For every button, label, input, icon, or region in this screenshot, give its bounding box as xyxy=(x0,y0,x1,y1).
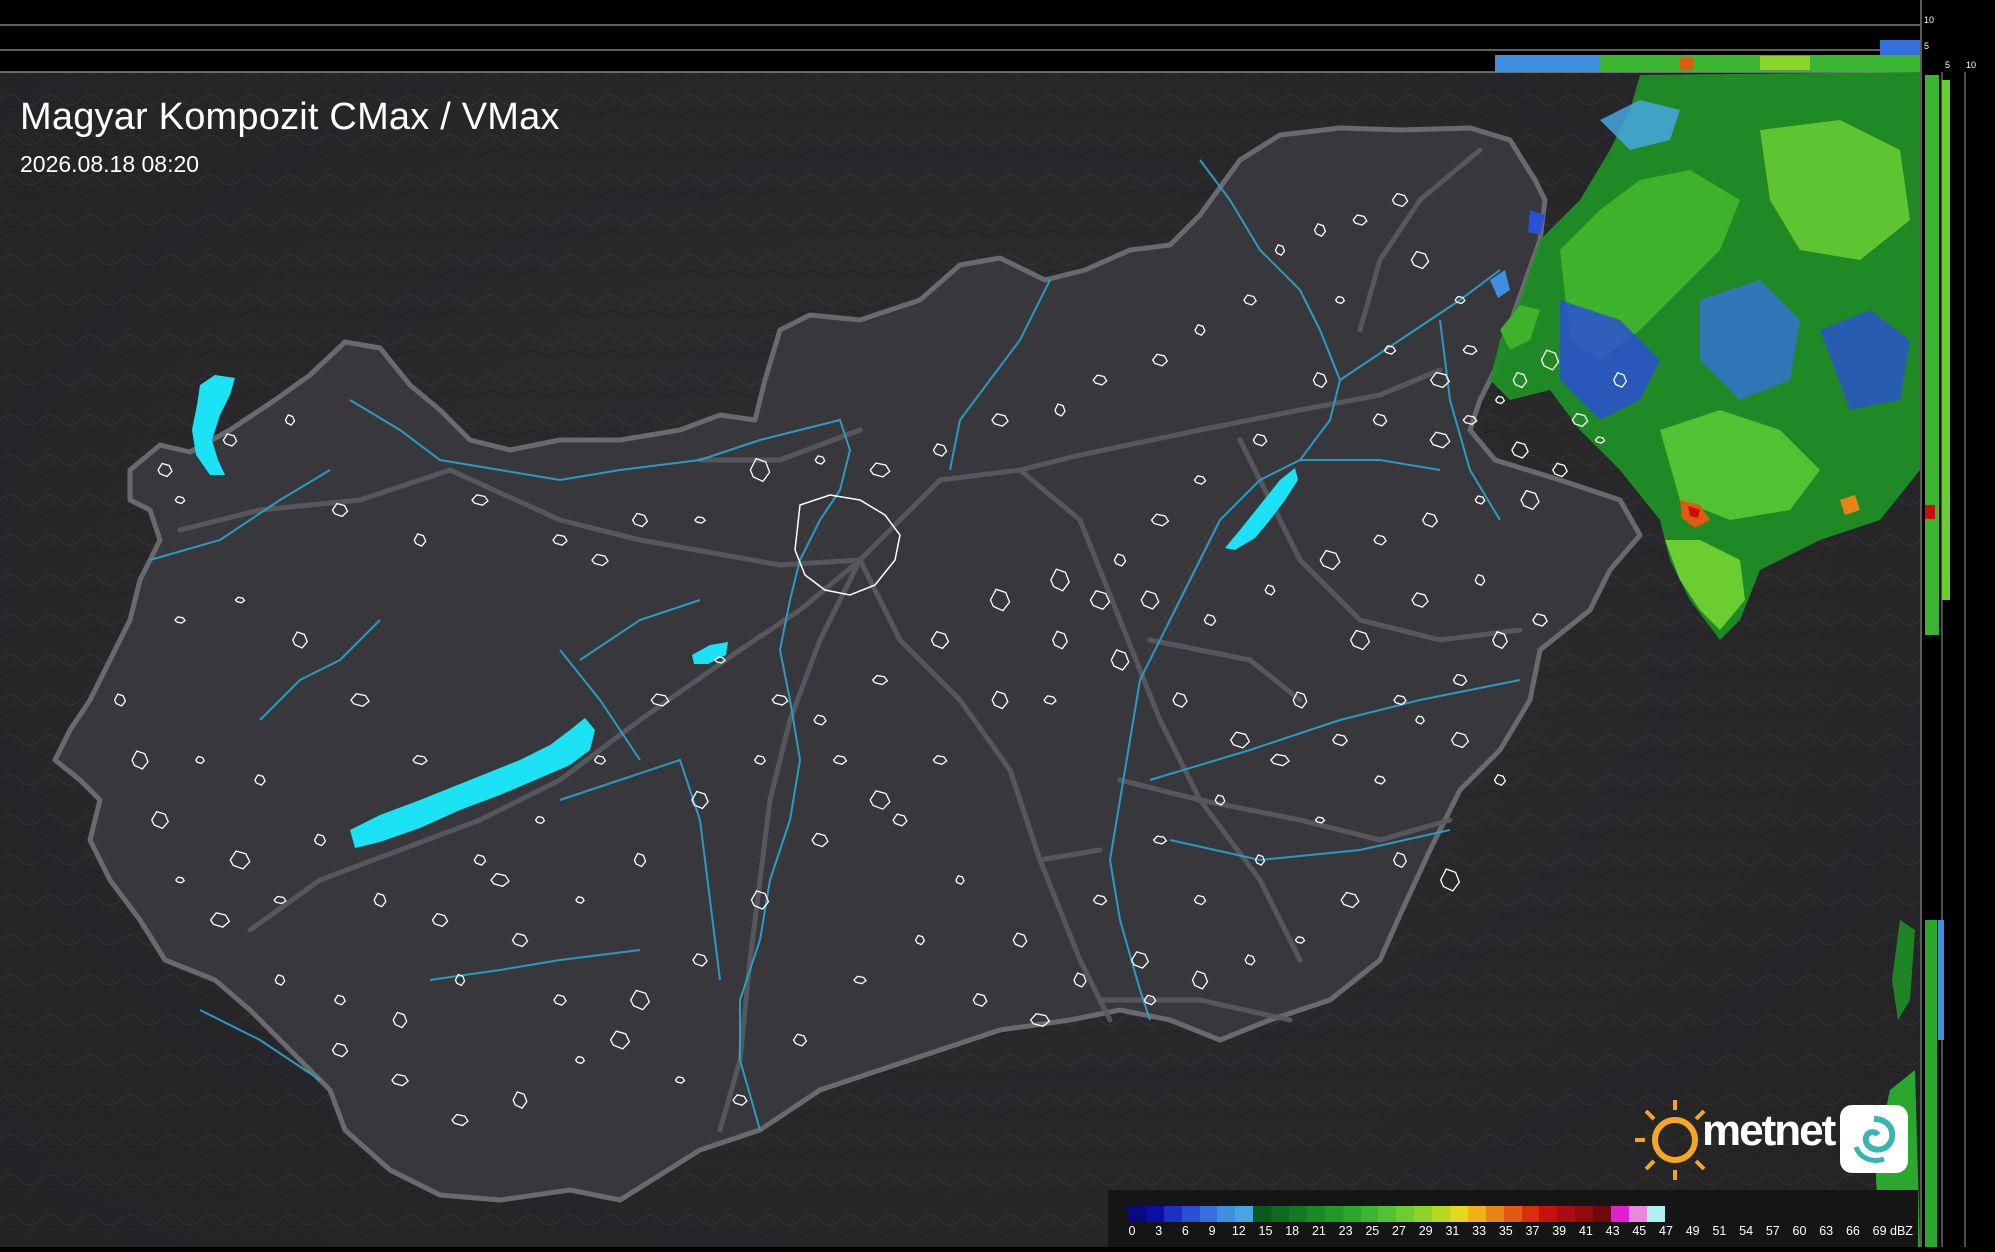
dbz-scale-label: 15 xyxy=(1258,1224,1273,1238)
dbz-scale-label: 51 xyxy=(1712,1224,1727,1238)
dbz-scale-label: 49 xyxy=(1685,1224,1700,1238)
dbz-scale-label: 43 xyxy=(1605,1224,1620,1238)
dbz-scale-label: 31 xyxy=(1445,1224,1460,1238)
dbz-color-swatch xyxy=(1539,1206,1558,1222)
dbz-scale-label: 39 xyxy=(1552,1224,1567,1238)
dbz-color-swatch xyxy=(1128,1206,1146,1222)
dbz-scale-label: 6 xyxy=(1181,1224,1189,1238)
dbz-scale-label: 21 xyxy=(1311,1224,1326,1238)
dbz-scale-label: 35 xyxy=(1498,1224,1513,1238)
dbz-color-swatch xyxy=(1378,1206,1397,1222)
dbz-color-swatch xyxy=(1557,1206,1576,1222)
dbz-scale-label: 12 xyxy=(1231,1224,1246,1238)
side-profile-echo xyxy=(1938,920,1944,1040)
dbz-scale-label: 47 xyxy=(1659,1224,1673,1238)
dbz-color-swatch xyxy=(1396,1206,1415,1222)
dbz-scale-label: 23 xyxy=(1338,1224,1353,1238)
dbz-scale-label: 25 xyxy=(1365,1224,1380,1238)
dbz-color-swatch xyxy=(1593,1206,1612,1222)
dbz-color-swatch xyxy=(1521,1206,1540,1222)
dbz-scale-label: 45 xyxy=(1632,1224,1647,1238)
logo-text: metnet xyxy=(1702,1106,1836,1155)
dbz-scale-label: 29 xyxy=(1418,1224,1433,1238)
dbz-color-swatch xyxy=(1217,1206,1236,1222)
dbz-color-swatch xyxy=(1163,1206,1182,1222)
dbz-color-swatch xyxy=(1342,1206,1361,1222)
dbz-color-swatch xyxy=(1306,1206,1325,1222)
dbz-color-swatch xyxy=(1414,1206,1433,1222)
dbz-scale-label: 18 xyxy=(1285,1224,1300,1238)
dbz-color-swatch xyxy=(1199,1206,1218,1222)
map-timestamp: 2026.08.18 08:20 xyxy=(20,151,200,177)
dbz-scale-label: 66 xyxy=(1845,1224,1860,1238)
side-scale-tick: 10 xyxy=(1924,15,1935,25)
dbz-scale-label: 33 xyxy=(1472,1224,1487,1238)
dbz-color-swatch xyxy=(1485,1206,1504,1222)
side-profile-echo xyxy=(1925,505,1935,519)
dbz-color-swatch xyxy=(1253,1206,1272,1222)
dbz-color-swatch xyxy=(1181,1206,1200,1222)
dbz-scale-label: 27 xyxy=(1392,1224,1406,1238)
dbz-scale-label: 3 xyxy=(1155,1224,1163,1238)
side-scale-tick: 10 xyxy=(1966,60,1977,70)
dbz-color-scale xyxy=(1128,1206,1665,1222)
dbz-scale-label: 60 xyxy=(1792,1224,1807,1238)
side-profile-echo xyxy=(1925,920,1937,1247)
dbz-color-swatch xyxy=(1324,1206,1343,1222)
dbz-color-swatch xyxy=(1145,1206,1164,1222)
dbz-scale-label: 54 xyxy=(1739,1224,1754,1238)
dbz-color-swatch xyxy=(1271,1206,1290,1222)
dbz-color-swatch xyxy=(1503,1206,1522,1222)
legend-unit: dBZ xyxy=(1890,1224,1913,1238)
top-profile-echo xyxy=(1680,58,1694,70)
dbz-color-swatch xyxy=(1360,1206,1379,1222)
dbz-scale-label: 9 xyxy=(1208,1224,1216,1238)
side-scale-tick: 5 xyxy=(1945,60,1951,70)
swirl-icon xyxy=(1840,1105,1908,1173)
dbz-color-swatch xyxy=(1235,1206,1254,1222)
dbz-scale-label: 57 xyxy=(1765,1224,1780,1238)
dbz-color-swatch xyxy=(1646,1206,1665,1222)
dbz-color-swatch xyxy=(1611,1206,1629,1222)
dbz-scale-label: 37 xyxy=(1525,1224,1540,1238)
dbz-color-swatch xyxy=(1289,1206,1307,1222)
side-scale-tick: 5 xyxy=(1924,41,1930,51)
top-profile-echo xyxy=(1880,40,1920,55)
dbz-scale-label: 63 xyxy=(1819,1224,1834,1238)
side-profile-echo xyxy=(1925,75,1939,635)
dbz-color-swatch xyxy=(1467,1206,1486,1222)
dbz-color-swatch xyxy=(1628,1206,1647,1222)
dbz-color-swatch xyxy=(1575,1206,1594,1222)
top-profile-echo xyxy=(1760,56,1810,70)
map-title: Magyar Kompozit CMax / VMax xyxy=(20,96,560,138)
radar-map: Magyar Kompozit CMax / VMax 2026.08.18 0… xyxy=(0,0,1995,1247)
dbz-scale-label: 0 xyxy=(1128,1224,1136,1238)
dbz-scale-label: 41 xyxy=(1578,1224,1593,1238)
dbz-color-swatch xyxy=(1450,1206,1468,1222)
map-canvas xyxy=(0,0,1995,1247)
side-profile-echo xyxy=(1942,80,1950,600)
dbz-color-swatch xyxy=(1432,1206,1451,1222)
